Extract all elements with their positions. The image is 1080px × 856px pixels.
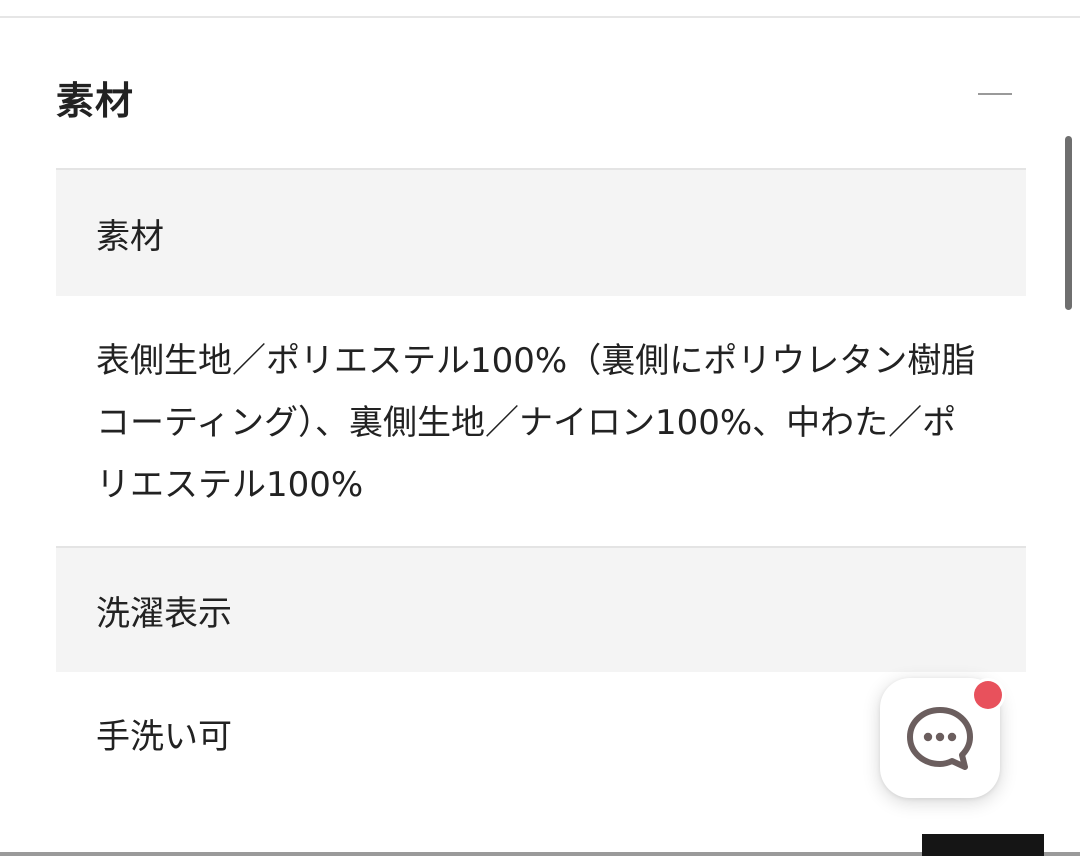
- notification-badge: [974, 681, 1002, 709]
- collapse-button[interactable]: [966, 78, 1026, 108]
- minus-icon: [978, 93, 1012, 95]
- bottom-action-bar[interactable]: [922, 834, 1044, 856]
- scrollbar[interactable]: [1065, 136, 1072, 310]
- bottom-divider: [0, 852, 1080, 856]
- chat-bubble-icon: [907, 707, 973, 770]
- spec-label-material: 素材: [56, 170, 1026, 296]
- top-divider: [0, 16, 1080, 18]
- section-title: 素材: [56, 79, 135, 123]
- material-section-header[interactable]: 素材: [56, 60, 1026, 140]
- spec-label-washing: 洗濯表示: [56, 546, 1026, 672]
- spec-value-material: 表側生地／ポリエステル100%（裏側にポリウレタン樹脂コーティング）、裏側生地／…: [56, 296, 1026, 546]
